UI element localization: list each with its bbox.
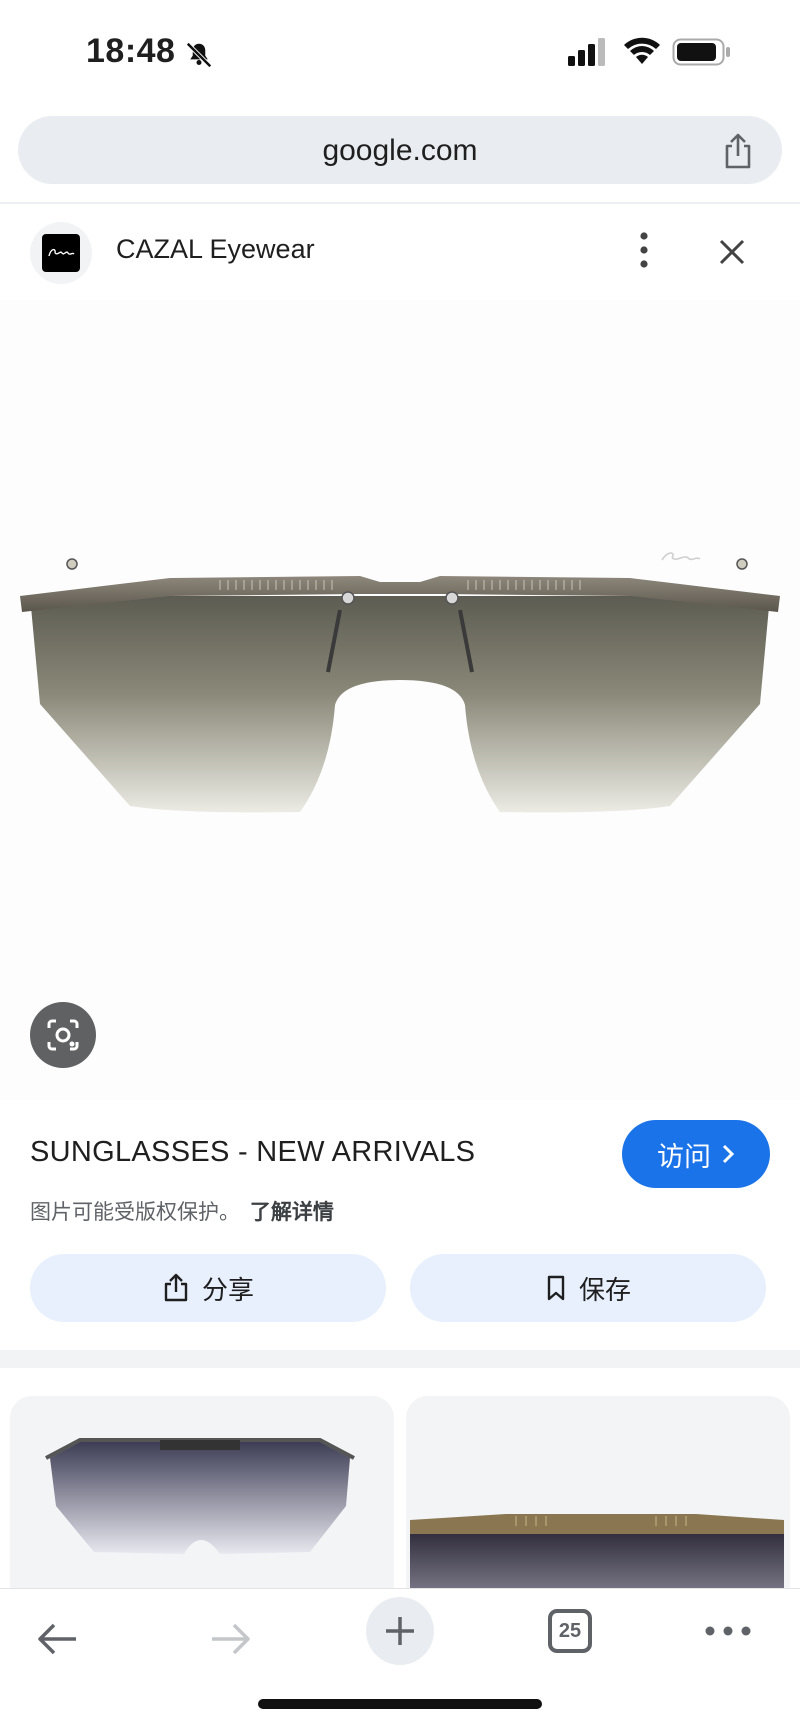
status-bar: 18:48 bbox=[0, 0, 800, 100]
source-name[interactable]: CAZAL Eyewear bbox=[116, 234, 315, 265]
forward-arrow-icon[interactable] bbox=[206, 1615, 254, 1663]
learn-more-link[interactable]: 了解详情 bbox=[250, 1201, 334, 1224]
battery-icon bbox=[672, 38, 730, 66]
share-label: 分享 bbox=[201, 1274, 254, 1305]
status-time: 18:48 bbox=[86, 32, 176, 70]
bell-off-icon bbox=[186, 42, 212, 68]
lens-icon bbox=[47, 1019, 79, 1051]
more-options-icon[interactable] bbox=[628, 228, 660, 272]
more-horizontal-icon[interactable] bbox=[704, 1621, 752, 1641]
chevron-right-icon bbox=[722, 1144, 735, 1164]
home-indicator[interactable] bbox=[258, 1699, 542, 1709]
source-logo[interactable] bbox=[30, 222, 92, 284]
wifi-icon bbox=[624, 37, 660, 64]
tab-count: 25 bbox=[558, 1619, 582, 1642]
signal-icon bbox=[568, 38, 605, 66]
address-bar[interactable]: google.com bbox=[18, 116, 782, 184]
copyright-notice: 图片可能受版权保护。 了解详情 bbox=[30, 1196, 334, 1226]
related-result-card[interactable] bbox=[406, 1396, 790, 1606]
cazal-logo-icon bbox=[42, 234, 80, 272]
related-image bbox=[410, 1514, 784, 1606]
save-button[interactable]: 保存 bbox=[410, 1254, 766, 1322]
divider bbox=[0, 202, 800, 204]
result-title: SUNGLASSES - NEW ARRIVALS bbox=[30, 1136, 476, 1168]
visit-label: 访问 bbox=[657, 1141, 711, 1172]
share-icon bbox=[164, 1273, 188, 1302]
tab-switcher-button[interactable]: 25 bbox=[548, 1609, 592, 1653]
save-label: 保存 bbox=[578, 1274, 631, 1305]
section-divider bbox=[0, 1350, 800, 1368]
related-image bbox=[45, 1438, 355, 1554]
sunglasses-image bbox=[20, 552, 780, 813]
visit-button[interactable]: 访问 bbox=[622, 1120, 770, 1188]
product-image[interactable] bbox=[0, 300, 800, 1100]
new-tab-button[interactable] bbox=[366, 1597, 434, 1665]
share-icon[interactable] bbox=[720, 132, 756, 170]
back-arrow-icon[interactable] bbox=[34, 1615, 82, 1663]
related-result-card[interactable] bbox=[10, 1396, 394, 1606]
google-lens-button[interactable] bbox=[30, 1002, 96, 1068]
bookmark-icon bbox=[547, 1275, 565, 1301]
plus-icon bbox=[386, 1617, 414, 1645]
share-button[interactable]: 分享 bbox=[30, 1254, 386, 1322]
close-icon[interactable] bbox=[712, 232, 752, 272]
copyright-text: 图片可能受版权保护。 bbox=[30, 1201, 240, 1224]
bottom-toolbar: 25 bbox=[0, 1588, 800, 1733]
screen: 18:48 google.com CAZAL Eyewear SUNGLASSE… bbox=[0, 0, 800, 1733]
url-text[interactable]: google.com bbox=[18, 134, 782, 168]
